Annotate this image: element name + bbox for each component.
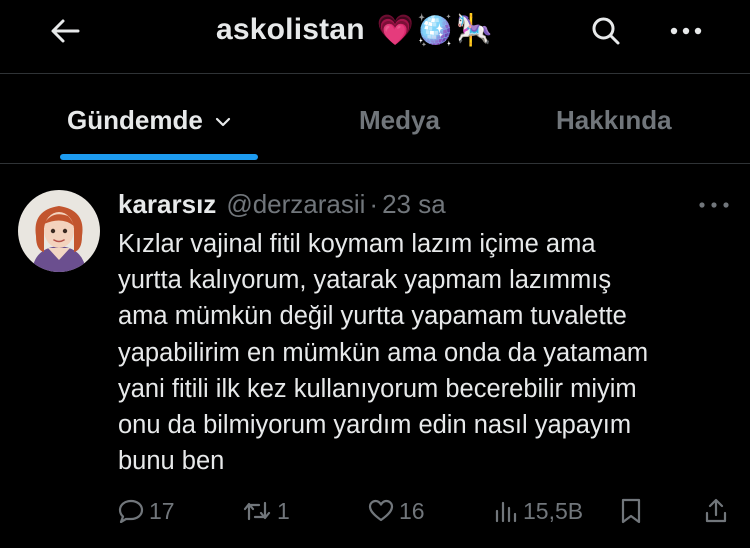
reply-button[interactable]: 17: [118, 496, 175, 526]
chevron-down-icon: [215, 117, 230, 127]
page-title: askolistan: [216, 13, 365, 46]
page-title-wrap: askolistan 💗🪩🎠: [216, 10, 495, 50]
repost-button[interactable]: 1: [242, 496, 290, 526]
reply-icon: [118, 499, 144, 523]
heart-icon: [368, 499, 394, 522]
more-horizontal-icon: [699, 202, 729, 208]
active-tab-indicator: [60, 154, 258, 160]
separator-dot: ·: [369, 188, 379, 219]
tab-hakkinda[interactable]: Hakkında: [556, 102, 672, 138]
search-button[interactable]: [588, 13, 624, 49]
title-emoji: 💗🪩🎠: [376, 12, 495, 48]
reply-count: 17: [149, 497, 175, 524]
more-horizontal-icon: [670, 27, 702, 35]
tab-label: Medya: [359, 104, 440, 135]
repost-icon: [243, 501, 271, 521]
search-icon: [592, 17, 620, 45]
views-bar-chart-icon: [495, 501, 517, 523]
tab-medya[interactable]: Medya: [359, 102, 440, 138]
view-count: 15,5B: [523, 497, 584, 524]
user-handle[interactable]: @derzarasii: [226, 189, 365, 220]
share-button[interactable]: [704, 496, 728, 526]
back-button[interactable]: [48, 14, 82, 48]
tweet-text: Kızlar vajinal fitil koymam lazım içime …: [118, 230, 649, 476]
share-icon: [705, 498, 727, 523]
like-button[interactable]: 16: [368, 496, 425, 526]
tab-label: Hakkında: [556, 104, 672, 135]
bookmark-button[interactable]: [620, 496, 642, 526]
tweet-header: kararsız @derzarasii · 23 sa: [118, 189, 446, 219]
bookmark-icon: [621, 498, 641, 524]
profile-tabs: Gündemde Medya Hakkında: [0, 74, 750, 164]
display-name[interactable]: kararsız: [118, 189, 216, 220]
tab-gundemde[interactable]: Gündemde: [67, 102, 231, 138]
more-options-button[interactable]: [666, 13, 706, 49]
tweet[interactable]: kararsız @derzarasii · 23 sa Kızlar vaji…: [0, 165, 750, 548]
tweet-time[interactable]: 23 sa: [382, 189, 446, 220]
top-bar: askolistan 💗🪩🎠: [0, 0, 750, 74]
avatar-illustration: [18, 190, 100, 272]
views-button[interactable]: 15,5B: [494, 496, 583, 526]
tweet-more-button[interactable]: [696, 193, 732, 217]
avatar[interactable]: [18, 190, 100, 272]
arrow-left-icon: [51, 19, 80, 43]
tab-label: Gündemde: [67, 104, 203, 135]
like-count: 16: [399, 497, 425, 524]
tweet-actions: 17 1 16 15,5B: [0, 496, 750, 526]
repost-count: 1: [277, 497, 290, 524]
profile-screen: askolistan 💗🪩🎠 Gündemde Medya Hakkında k…: [0, 0, 750, 548]
